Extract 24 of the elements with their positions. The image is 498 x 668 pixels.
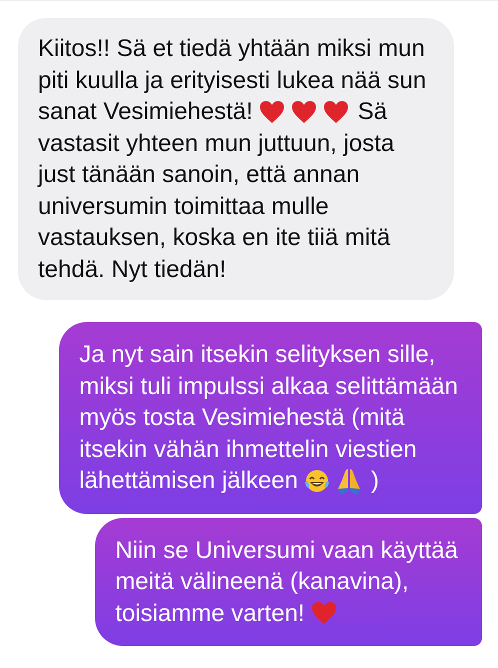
message-text: toisiamme varten! xyxy=(115,598,305,628)
message-text: universumin toimittaa mulle xyxy=(38,192,329,222)
heart-icon xyxy=(290,100,317,124)
praying-hands-icon xyxy=(336,466,362,495)
message-text: Ja nyt sain itsekin selityksen sille, xyxy=(79,340,436,370)
message-text: vastauksen, koska en ite tiiä mitä xyxy=(38,223,390,253)
message-text: Niin se Universumi vaan käyttää xyxy=(115,536,458,566)
message-text: just tänään sanoin, että annan xyxy=(38,160,360,190)
message-text: lähettämisen jälkeen xyxy=(79,466,298,496)
message-text: miksi tuli impulssi alkaa selittämään xyxy=(79,372,458,402)
heart-icon xyxy=(310,601,337,626)
laughing-face-icon xyxy=(304,468,330,494)
message-text: meitä välineenä (kanavina), xyxy=(115,567,409,597)
message-text: ) xyxy=(371,466,380,496)
heart-icon xyxy=(258,100,285,124)
message-text: piti kuulla ja erityisesti lukea nää sun xyxy=(38,66,426,96)
message-text: myös tosta Vesimiehestä (mitä xyxy=(79,403,405,433)
message-text: itsekin vähän ihmettelin viestien xyxy=(79,434,417,464)
message-text: sanat Vesimiehestä! xyxy=(38,97,253,127)
message-text: Sä xyxy=(358,97,388,127)
heart-icon xyxy=(322,100,349,124)
message-text: vastasit yhteen mun juttuun, josta xyxy=(38,128,394,158)
message-text: tehdä. Nyt tiedän! xyxy=(38,254,226,284)
message-text: Kiitos!! Sä et tiedä yhtään miksi mun xyxy=(38,34,425,64)
